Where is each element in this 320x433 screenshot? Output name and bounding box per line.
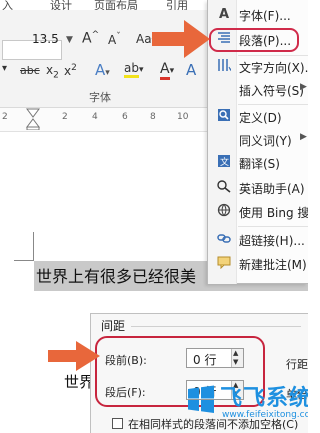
menu-item-translate[interactable]: 文 翻译(S) (208, 152, 308, 174)
orange-arrow-icon (48, 341, 100, 371)
menu-item-define[interactable]: 定义(D) (208, 106, 308, 128)
windows-logo-icon (188, 385, 214, 413)
menu-separator (238, 104, 308, 105)
search-define-icon (215, 108, 233, 126)
highlight-ring-paragraph (209, 28, 299, 52)
text-effect-button[interactable]: A▾ (95, 61, 110, 79)
section-divider (131, 326, 301, 327)
menu-item-synonyms[interactable]: 同义词(Y) ▶ (208, 129, 308, 151)
strikethrough-button[interactable]: abc (20, 64, 40, 77)
menu-item-english-assistant[interactable]: 英语助手(A) (208, 177, 308, 199)
svg-text:文: 文 (220, 156, 229, 168)
shrink-font-button[interactable]: Aˇ (108, 32, 121, 47)
font-group-label: 字体 (89, 91, 111, 104)
menu-item-label: 定义(D) (239, 111, 282, 125)
menu-item-label: 插入符号(S) (239, 84, 304, 98)
indent-marker-icon[interactable] (26, 108, 40, 130)
chevron-down-icon[interactable]: ▾ (2, 63, 7, 74)
ruler-number: 2 (62, 112, 68, 122)
menu-item-label: 新建批注(M) (239, 258, 307, 272)
chevron-right-icon: ▶ (300, 132, 307, 142)
ruler-number: 4 (92, 112, 98, 122)
english-assistant-icon (215, 179, 233, 197)
menu-item-label: 英语助手(A) (239, 182, 305, 196)
ruler-number: 8 (150, 112, 156, 122)
menu-item-hyperlink[interactable]: 超链接(H)... (208, 229, 308, 251)
margin-corner-mark (33, 232, 34, 260)
hyperlink-icon (215, 231, 233, 249)
text-direction-icon (215, 58, 233, 76)
font-a-icon[interactable]: A (186, 61, 196, 79)
orange-arrow-icon (152, 20, 210, 58)
ruler-number: 10 (177, 112, 189, 122)
menu-item-label: 同义词(Y) (239, 134, 292, 148)
selected-text[interactable]: 世界上有很多已经很美 (36, 263, 196, 287)
menu-item-font[interactable]: A 字体(F)... (208, 4, 308, 26)
menu-item-label: 文字方向(X)... (239, 61, 308, 75)
no-space-checkbox[interactable] (112, 418, 123, 429)
chevron-down-icon[interactable]: ▼ (66, 35, 73, 45)
menu-item-text-direction[interactable]: 文字方向(X)... (208, 56, 308, 78)
font-size-value[interactable]: 13.5 (32, 32, 59, 46)
ruler-number: 2 (2, 112, 8, 122)
grow-font-button[interactable]: A^ (82, 30, 99, 47)
bing-search-icon (215, 203, 233, 221)
superscript-button[interactable]: x2 (64, 63, 77, 78)
menu-item-label: 翻译(S) (239, 157, 280, 171)
spacing-section-title: 间距 (101, 319, 126, 333)
watermark-url: www.feifeixitong.com (222, 410, 308, 420)
menu-item-insert-symbol[interactable]: 插入符号(S) ▶ (208, 79, 308, 101)
new-comment-icon (215, 255, 233, 273)
chevron-right-icon: ▶ (300, 82, 307, 92)
subscript-button[interactable]: x2 (46, 63, 59, 80)
paragraph-dialog-screenshot: 世界 间距 段前(B): 0 行 ▲ ▼ 段后(F): 0 行 ▲ ▼ 行距 单… (0, 303, 308, 433)
menu-item-bing-search[interactable]: 使用 Bing 搜 (208, 201, 308, 223)
watermark: 飞飞系统 www.feifeixitong.com (186, 378, 308, 433)
font-color-button[interactable]: A▾ (160, 61, 174, 80)
line-spacing-label: 行距 (286, 358, 308, 371)
ruler: 2 2 4 6 8 10 (0, 108, 210, 132)
font-a-icon: A (218, 7, 230, 22)
margin-corner-mark (14, 260, 34, 261)
watermark-name: 飞飞系统 (220, 386, 308, 411)
translate-icon: 文 (215, 154, 233, 172)
menu-item-label: 字体(F)... (239, 9, 291, 23)
highlight-button[interactable]: ab▾ (124, 61, 144, 78)
menu-item-new-comment[interactable]: 新建批注(M) (208, 253, 308, 275)
menu-item-label: 超链接(H)... (239, 234, 305, 248)
ruler-number: 6 (122, 112, 128, 122)
word-ribbon-screenshot: 入 设计 页面布局 引用 13.5 ▼ A^ Aˇ Aa▾ ▾ abc x2 x… (0, 0, 308, 303)
menu-item-label: 使用 Bing 搜 (239, 206, 308, 220)
menu-separator (238, 226, 308, 227)
